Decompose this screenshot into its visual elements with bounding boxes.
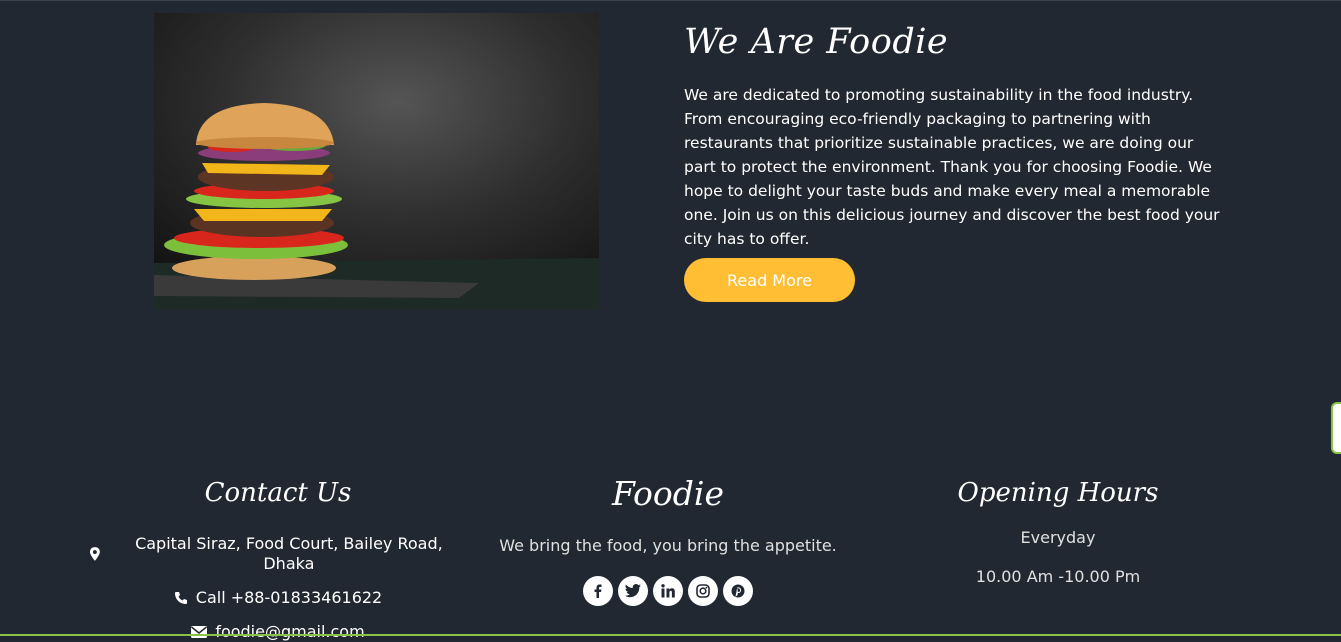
- hours-time: 10.00 Am -10.00 Pm: [975, 567, 1141, 586]
- linkedin-icon[interactable]: [653, 576, 683, 606]
- contact-phone[interactable]: Call +88-01833461622: [88, 588, 468, 608]
- email-text: foodie@gmail.com: [215, 622, 365, 641]
- contact-email[interactable]: foodie@gmail.com: [88, 622, 468, 642]
- twitter-icon[interactable]: [618, 576, 648, 606]
- brand-heading: Foodie: [611, 474, 725, 513]
- instagram-icon[interactable]: [688, 576, 718, 606]
- contact-address[interactable]: Capital Siraz, Food Court, Bailey Road, …: [88, 534, 468, 574]
- hours-days: Everyday: [1020, 528, 1096, 547]
- social-links: [478, 576, 858, 606]
- phone-icon: [174, 592, 187, 604]
- side-widget-tab[interactable]: [1331, 402, 1341, 454]
- brand-tagline: We bring the food, you bring the appetit…: [499, 536, 837, 555]
- hours-heading: Opening Hours: [957, 478, 1159, 508]
- envelope-icon: [191, 626, 208, 638]
- footer-contact: Contact Us Capital Siraz, Food Court, Ba…: [88, 474, 468, 642]
- pinterest-icon[interactable]: [723, 576, 753, 606]
- facebook-icon[interactable]: [583, 576, 613, 606]
- about-title: We Are Foodie: [684, 22, 949, 62]
- contact-heading: Contact Us: [204, 478, 352, 508]
- burger-image: [154, 13, 599, 310]
- footer-brand: Foodie We bring the food, you bring the …: [478, 474, 858, 606]
- footer-hours: Opening Hours Everyday 10.00 Am -10.00 P…: [868, 474, 1248, 586]
- about-description: We are dedicated to promoting sustainabi…: [684, 86, 1220, 248]
- address-text: Capital Siraz, Food Court, Bailey Road, …: [135, 534, 443, 573]
- top-border: [0, 0, 1341, 1]
- read-more-button[interactable]: Read More: [684, 258, 855, 302]
- map-marker-icon: [89, 547, 100, 561]
- phone-text: Call +88-01833461622: [195, 588, 383, 607]
